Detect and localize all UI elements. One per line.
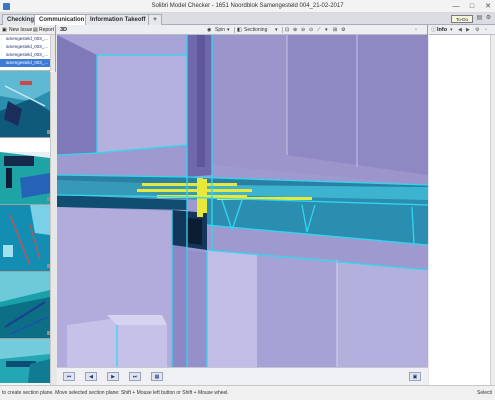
slide-overview-button[interactable]: ▦	[151, 372, 163, 381]
window-title: Solibri Model Checker - 1651 Noordblok S…	[151, 3, 344, 9]
3d-view-title: 3D	[60, 27, 68, 33]
close-button[interactable]: ✕	[483, 2, 493, 11]
last-slide-button[interactable]: ⏭	[129, 372, 141, 381]
issue-thumbnail[interactable]	[0, 205, 55, 272]
report-button[interactable]: Report	[39, 26, 54, 34]
3d-view-toolbar: 3D ◉ Spin ▾ ◧ Sectioning ▾ ⊡ ⊕ ⊖ ⊙ ⟋ ▾ ⊞…	[57, 25, 427, 35]
3d-viewport[interactable]	[57, 35, 428, 367]
next-slide-button[interactable]: ▶	[107, 372, 119, 381]
view-options-icon[interactable]: ⊞	[333, 26, 337, 34]
tab-communication[interactable]: Communication	[34, 14, 90, 25]
settings-icon[interactable]: ⚙	[475, 26, 479, 34]
back-icon[interactable]: ◀	[458, 26, 462, 34]
info-scrollbar[interactable]	[490, 35, 495, 385]
list-item[interactable]: amengesteld_003_...	[0, 43, 55, 51]
toolbar-separator	[282, 27, 283, 33]
previous-slide-button[interactable]: ◀	[85, 372, 97, 381]
spin-button[interactable]: Spin	[215, 26, 225, 34]
new-issue-icon[interactable]: ▣	[2, 26, 7, 34]
panel-close-icon[interactable]: ▫	[415, 26, 417, 34]
first-slide-button[interactable]: ⏮	[63, 372, 75, 381]
zoom-in-icon[interactable]: ⊕	[293, 26, 297, 34]
info-toolbar: ⓘ Info ▾ ◀ ▶ ⚙ ▫	[429, 25, 495, 35]
title-bar: Solibri Model Checker - 1651 Noordblok S…	[0, 0, 495, 13]
settings-icon[interactable]: ⚙	[341, 26, 345, 34]
chevron-down-icon[interactable]: ▾	[450, 26, 453, 34]
maximize-button[interactable]: □	[467, 2, 477, 11]
issue-thumbnail[interactable]	[0, 339, 55, 383]
screenshot-icon[interactable]: ▣	[409, 372, 421, 381]
info-title: Info	[437, 27, 448, 33]
settings-icon[interactable]: ⚙	[485, 15, 492, 22]
section-icon[interactable]: ◧	[237, 26, 242, 34]
toolbar-separator	[234, 27, 235, 33]
issue-thumbnail[interactable]	[0, 272, 55, 339]
presentation-navigation: ⏮ ◀ ▶ ⏭ ▦ ▣	[57, 367, 428, 385]
forward-icon[interactable]: ▶	[466, 26, 470, 34]
list-item[interactable]: amengesteld_003_...	[0, 51, 55, 59]
window-controls: — □ ✕	[451, 2, 493, 11]
layout-icon[interactable]: ▤	[476, 15, 483, 22]
3d-view-panel: 3D ◉ Spin ▾ ◧ Sectioning ▾ ⊡ ⊕ ⊖ ⊙ ⟋ ▾ ⊞…	[57, 25, 428, 385]
issue-toolbar: ▣ New Issue ▤ Report	[0, 25, 55, 35]
add-tab-button[interactable]: +	[148, 14, 162, 25]
list-item[interactable]: amengesteld_003_...	[0, 59, 55, 67]
issue-list-scrollbar[interactable]	[50, 35, 55, 71]
new-issue-button[interactable]: New Issue	[9, 26, 32, 34]
fit-icon[interactable]: ⊡	[285, 26, 289, 34]
issue-thumbnail[interactable]	[0, 138, 55, 205]
chevron-down-icon[interactable]: ▾	[325, 26, 328, 34]
minimize-button[interactable]: —	[451, 2, 461, 11]
communication-panel: ▣ New Issue ▤ Report amengesteld_003_...…	[0, 25, 56, 385]
zoom-out-icon[interactable]: ⊖	[301, 26, 305, 34]
info-panel: ⓘ Info ▾ ◀ ▶ ⚙ ▫	[429, 25, 495, 385]
info-icon: ⓘ	[431, 27, 437, 33]
status-selection: Selecti	[476, 390, 492, 396]
panel-close-icon[interactable]: ▫	[485, 26, 487, 34]
issue-list: amengesteld_003_... amengesteld_003_... …	[0, 35, 55, 71]
report-icon[interactable]: ▤	[33, 26, 38, 34]
tab-information-takeoff[interactable]: Information Takeoff	[85, 14, 151, 25]
measure-icon[interactable]: ⟋	[317, 26, 321, 34]
chevron-down-icon[interactable]: ▾	[275, 26, 278, 34]
perspective-tabbar: Checking Communication Information Takeo…	[0, 13, 495, 29]
chevron-down-icon[interactable]: ▾	[227, 26, 230, 34]
thumbnail-scrollbar[interactable]	[50, 72, 56, 385]
navigation-mode-icon[interactable]: ◉	[207, 26, 211, 34]
status-message: to create section plane. Move selected s…	[2, 390, 229, 396]
status-bar: to create section plane. Move selected s…	[0, 385, 495, 400]
zoom-selected-icon[interactable]: ⊙	[309, 26, 313, 34]
todo-badge[interactable]: To-Do (0/0)	[451, 15, 473, 29]
list-item[interactable]: amengesteld_003_...	[0, 35, 55, 43]
sectioning-button[interactable]: Sectioning	[244, 26, 267, 34]
issue-thumbnail[interactable]	[0, 71, 55, 138]
